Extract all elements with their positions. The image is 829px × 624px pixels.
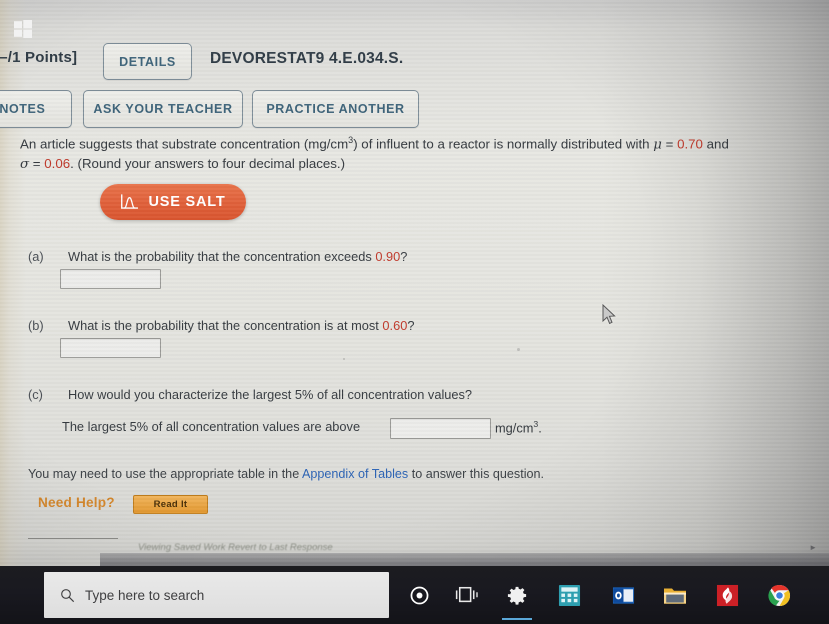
- sigma-equals: =: [29, 156, 45, 172]
- part-c-sub-prompt: The largest 5% of all concentration valu…: [62, 419, 361, 434]
- mu-value: 0.70: [677, 136, 703, 152]
- appendix-of-tables-link[interactable]: Appendix of Tables: [302, 467, 408, 481]
- part-a-answer-input[interactable]: [60, 269, 161, 289]
- part-a-tag: (a): [28, 249, 44, 264]
- part-a-text-after: ?: [400, 249, 408, 264]
- details-button[interactable]: DETAILS: [103, 43, 192, 80]
- appendix-text-before: You may need to use the appropriate tabl…: [28, 467, 302, 481]
- use-salt-button[interactable]: USE SALT: [100, 184, 246, 220]
- search-icon: [61, 588, 75, 602]
- part-c-prompt: How would you characterize the largest 5…: [68, 387, 473, 402]
- horizontal-divider: [28, 538, 118, 539]
- my-notes-button[interactable]: Y NOTES: [0, 90, 72, 128]
- problem-text-2: ) of influent to a reactor is normally d…: [353, 136, 654, 152]
- sigma-symbol: σ: [20, 157, 30, 173]
- appendix-note: You may need to use the appropriate tabl…: [28, 467, 544, 481]
- saved-work-label: Viewing Saved Work Revert to Last Respon…: [138, 542, 333, 553]
- appendix-text-after: to answer this question.: [408, 467, 545, 481]
- dust-speck: [343, 358, 345, 360]
- red-app-icon[interactable]: [710, 578, 744, 612]
- use-salt-label: USE SALT: [148, 194, 226, 210]
- mu-symbol: μ: [653, 137, 662, 153]
- taskbar-search-box[interactable]: Type here to search: [44, 572, 389, 618]
- problem-text-4: . (Round your answers to four decimal pl…: [70, 156, 346, 172]
- sigma-value: 0.06: [44, 156, 71, 172]
- question-header: [–/1 Points] DETAILS DEVORESTAT9 4.E.034…: [0, 18, 829, 128]
- cortana-icon[interactable]: [402, 578, 436, 612]
- screenshot-root: [–/1 Points] DETAILS DEVORESTAT9 4.E.034…: [0, 0, 829, 624]
- part-c-unit-text: mg/cm: [495, 420, 534, 436]
- page-bottom-strip: Viewing Saved Work Revert to Last Respon…: [0, 533, 829, 566]
- problem-text-1: An article suggests that substrate conce…: [20, 136, 349, 152]
- scroll-right-arrow[interactable]: ►: [809, 543, 817, 552]
- need-help-label: Need Help?: [38, 495, 115, 510]
- question-code: DEVORESTAT9 4.E.034.S.: [210, 50, 404, 67]
- file-explorer-icon[interactable]: [658, 578, 692, 612]
- search-placeholder: Type here to search: [85, 587, 205, 603]
- part-b-tag: (b): [28, 318, 44, 333]
- read-it-button[interactable]: Read It: [133, 495, 208, 514]
- ask-your-teacher-button[interactable]: ASK YOUR TEACHER: [83, 90, 243, 128]
- part-b-value: 0.60: [382, 318, 408, 333]
- part-a-text-before: What is the probability that the concent…: [68, 249, 376, 264]
- problem-statement: An article suggests that substrate conce…: [20, 131, 815, 174]
- task-view-icon[interactable]: [450, 578, 484, 612]
- calculator-icon[interactable]: [552, 578, 586, 612]
- part-b-text-after: ?: [407, 318, 415, 333]
- normal-curve-icon: [121, 194, 139, 209]
- outlook-icon[interactable]: [606, 578, 640, 612]
- dust-speck: [517, 348, 520, 351]
- part-b-answer-input[interactable]: [60, 338, 161, 358]
- part-c-unit-tail: .: [538, 420, 542, 436]
- chrome-icon[interactable]: [762, 578, 796, 612]
- part-b-text-before: What is the probability that the concent…: [68, 318, 383, 333]
- settings-gear-icon[interactable]: [500, 578, 534, 620]
- page-content: [–/1 Points] DETAILS DEVORESTAT9 4.E.034…: [0, 0, 829, 566]
- windows-logo-icon: [14, 20, 32, 38]
- problem-text-3: and: [702, 136, 729, 152]
- part-a-value: 0.90: [375, 249, 401, 264]
- part-c-tag: (c): [28, 387, 43, 402]
- part-a-prompt: What is the probability that the concent…: [68, 249, 407, 264]
- part-b-prompt: What is the probability that the concent…: [68, 318, 414, 333]
- practice-another-button[interactable]: PRACTICE ANOTHER: [252, 90, 419, 128]
- mu-equals: =: [661, 136, 678, 152]
- part-c-unit-label: mg/cm3.: [495, 419, 542, 435]
- browser-page: [–/1 Points] DETAILS DEVORESTAT9 4.E.034…: [0, 0, 829, 566]
- bottom-shadow: [100, 553, 829, 566]
- part-c-answer-input[interactable]: [390, 418, 491, 439]
- start-button[interactable]: [2, 6, 44, 52]
